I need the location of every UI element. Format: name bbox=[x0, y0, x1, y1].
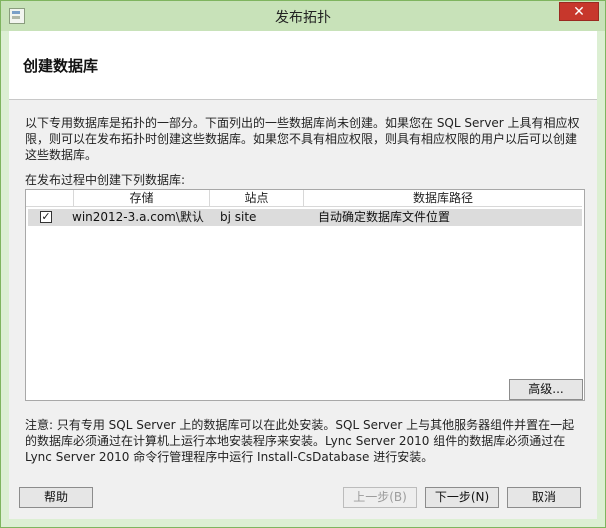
path-cell: 自动确定数据库文件位置 bbox=[318, 210, 451, 224]
column-header-site[interactable]: 站点 bbox=[210, 190, 304, 207]
column-header-store[interactable]: 存储 bbox=[74, 190, 210, 207]
cancel-button[interactable]: 取消 bbox=[507, 487, 581, 508]
page-title: 创建数据库 bbox=[23, 57, 99, 75]
column-header-path[interactable]: 数据库路径 bbox=[304, 190, 582, 207]
publish-topology-window: 发布拓扑 ✕ 创建数据库 以下专用数据库是拓扑的一部分。下面列出的一些数据库尚未… bbox=[0, 0, 606, 528]
table-row[interactable]: ✓ win2012-3.a.com\默认 bj site 自动确定数据库文件位置 bbox=[28, 209, 582, 226]
advanced-button[interactable]: 高级... bbox=[509, 379, 583, 400]
back-button[interactable]: 上一步(B) bbox=[343, 487, 417, 508]
header-band: 创建数据库 bbox=[9, 31, 597, 100]
close-button[interactable]: ✕ bbox=[559, 2, 599, 21]
database-list-label: 在发布过程中创建下列数据库: bbox=[25, 173, 186, 187]
store-cell: win2012-3.a.com\默认 bbox=[72, 210, 204, 224]
window-title: 发布拓扑 bbox=[275, 10, 331, 26]
database-list[interactable]: 存储 站点 数据库路径 ✓ win2012-3.a.com\默认 bj site… bbox=[25, 189, 585, 401]
site-cell: bj site bbox=[220, 210, 257, 224]
column-header-check bbox=[26, 190, 74, 207]
next-button[interactable]: 下一步(N) bbox=[425, 487, 499, 508]
row-checkbox[interactable]: ✓ bbox=[40, 211, 52, 223]
title-bar[interactable]: 发布拓扑 ✕ bbox=[1, 1, 605, 31]
help-button[interactable]: 帮助 bbox=[19, 487, 93, 508]
description-text: 以下专用数据库是拓扑的一部分。下面列出的一些数据库尚未创建。如果您在 SQL S… bbox=[25, 116, 580, 162]
note-text: 注意: 只有专用 SQL Server 上的数据库可以在此处安装。SQL Ser… bbox=[25, 418, 575, 464]
dialog-content: 创建数据库 以下专用数据库是拓扑的一部分。下面列出的一些数据库尚未创建。如果您在… bbox=[9, 31, 597, 519]
